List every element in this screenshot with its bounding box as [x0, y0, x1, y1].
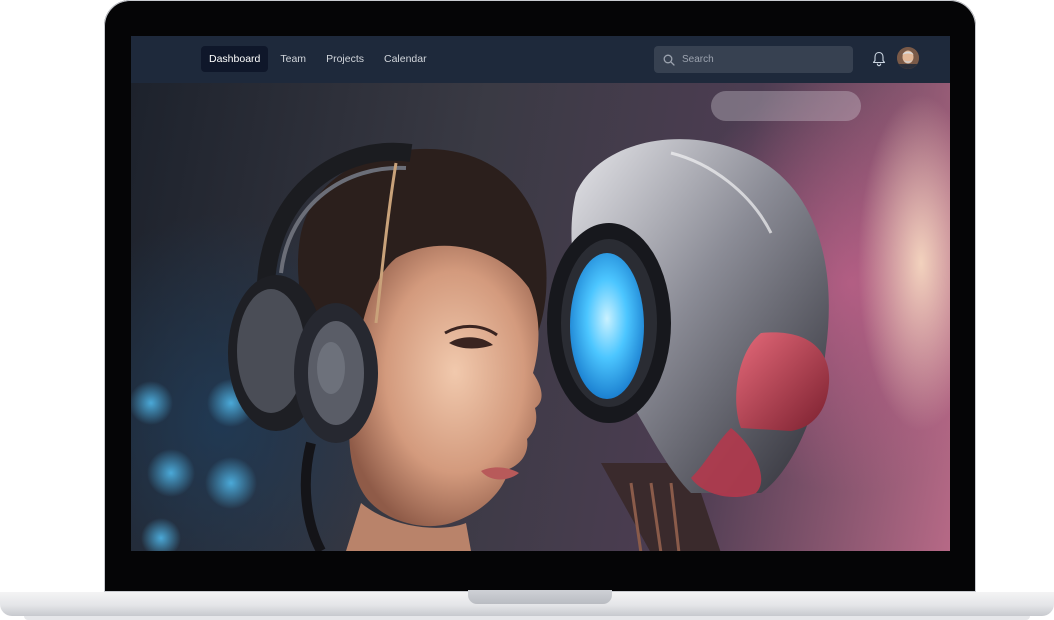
top-navbar: Dashboard Team Projects Calendar — [131, 36, 950, 83]
nav-link-projects[interactable]: Projects — [318, 46, 372, 72]
woman-and-robot-illustration — [131, 91, 861, 551]
search-input[interactable] — [680, 53, 844, 66]
nav-link-dashboard[interactable]: Dashboard — [201, 46, 269, 72]
search-icon — [663, 54, 675, 66]
laptop-screen: Dashboard Team Projects Calendar — [131, 36, 950, 551]
user-avatar[interactable] — [897, 47, 919, 69]
search-box[interactable] — [654, 46, 853, 73]
laptop-base-shadow — [24, 616, 1030, 620]
hero-illustration — [131, 83, 950, 551]
avatar-face-icon — [897, 47, 919, 69]
nav-link-calendar[interactable]: Calendar — [376, 46, 435, 72]
nav-link-team[interactable]: Team — [272, 46, 314, 72]
laptop-opening-notch — [468, 590, 612, 604]
nav-links: Dashboard Team Projects Calendar — [201, 46, 435, 72]
bell-icon[interactable] — [872, 51, 886, 67]
